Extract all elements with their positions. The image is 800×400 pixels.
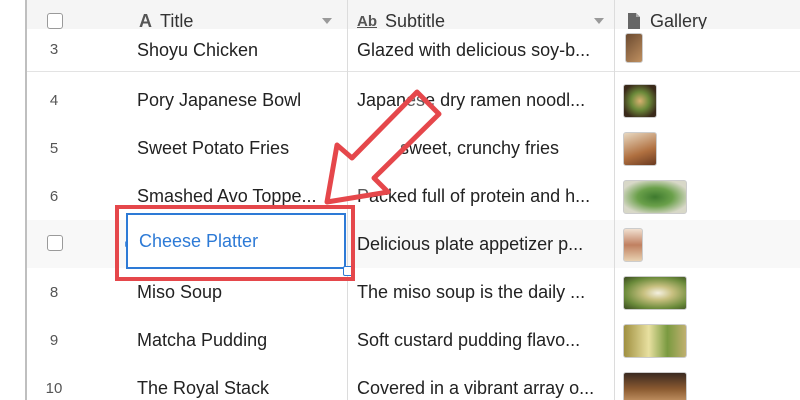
grid-view: A Title Ab Subtitle Gallery 3 Shoyu Chic… (25, 0, 800, 400)
annotation-arrow (324, 89, 442, 205)
